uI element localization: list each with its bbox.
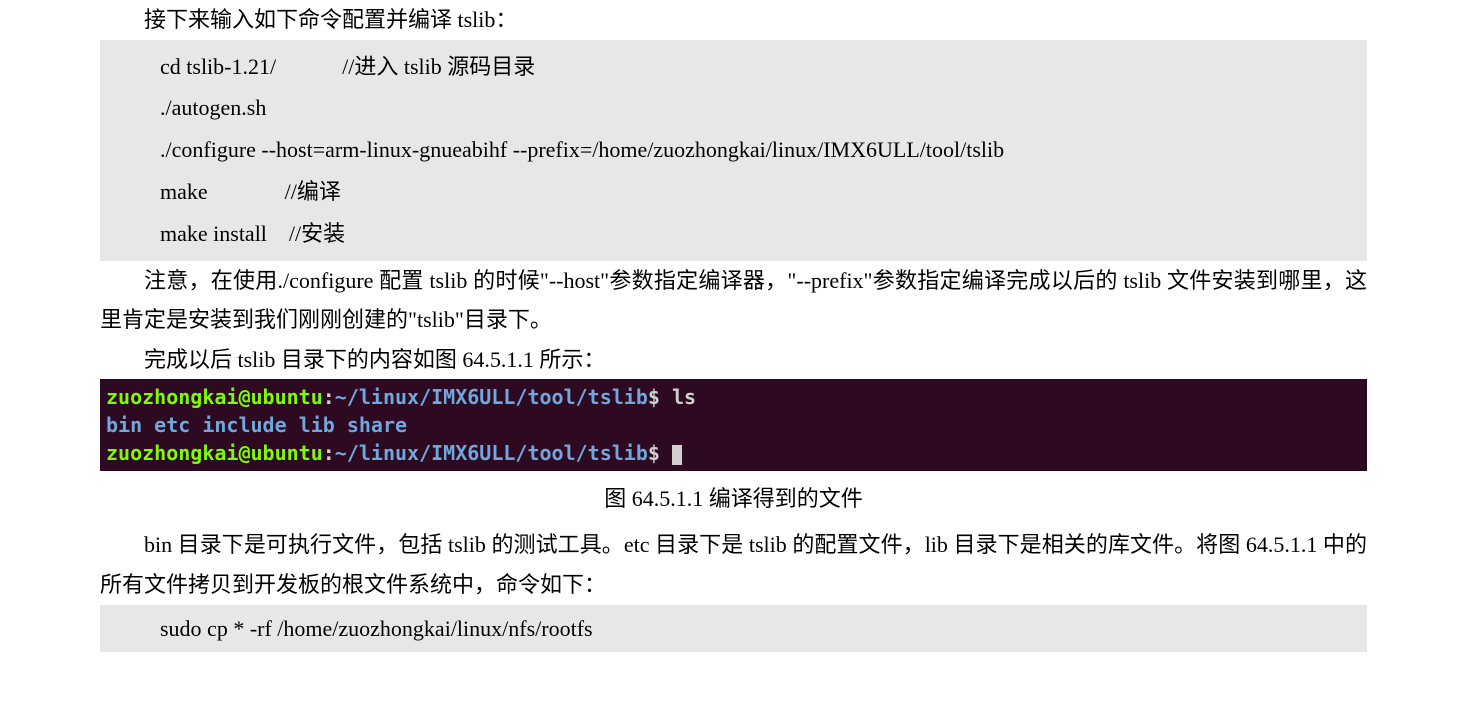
- terminal-path: ~/linux/IMX6ULL/tool/tslib: [335, 385, 648, 409]
- explain-paragraph-3: bin 目录下是可执行文件，包括 tslib 的测试工具。etc 目录下是 ts…: [100, 525, 1367, 604]
- terminal-cursor-icon: [672, 445, 682, 465]
- terminal-line: zuozhongkai@ubuntu:~/linux/IMX6ULL/tool/…: [106, 439, 1361, 467]
- terminal-user: zuozhongkai@ubuntu: [106, 441, 323, 465]
- terminal-dollar: $: [648, 441, 672, 465]
- code-line: make //编译: [160, 171, 1367, 213]
- terminal-path: ~/linux/IMX6ULL/tool/tslib: [335, 441, 648, 465]
- terminal-command: ls: [672, 385, 696, 409]
- code-line: ./autogen.sh: [160, 87, 1367, 129]
- explain-paragraph-1: 注意，在使用./configure 配置 tslib 的时候"--host"参数…: [100, 261, 1367, 340]
- figure-caption: 图 64.5.1.1 编译得到的文件: [100, 477, 1367, 521]
- explain-paragraph-2: 完成以后 tslib 目录下的内容如图 64.5.1.1 所示：: [100, 340, 1367, 380]
- document-content: 接下来输入如下命令配置并编译 tslib： cd tslib-1.21/ //进…: [0, 0, 1467, 662]
- code-line: ./configure --host=arm-linux-gnueabihf -…: [160, 129, 1367, 171]
- code-line: make install //安装: [160, 213, 1367, 255]
- code-block-2: sudo cp * -rf /home/zuozhongkai/linux/nf…: [100, 605, 1367, 653]
- intro-paragraph: 接下来输入如下命令配置并编译 tslib：: [100, 0, 1367, 40]
- code-line: cd tslib-1.21/ //进入 tslib 源码目录: [160, 46, 1367, 88]
- code-line: sudo cp * -rf /home/zuozhongkai/linux/nf…: [160, 616, 593, 641]
- terminal-user: zuozhongkai@ubuntu: [106, 385, 323, 409]
- code-block-1: cd tslib-1.21/ //进入 tslib 源码目录 ./autogen…: [100, 40, 1367, 261]
- terminal-colon: :: [323, 385, 335, 409]
- terminal-output: bin etc include lib share: [106, 411, 1361, 439]
- terminal-screenshot: zuozhongkai@ubuntu:~/linux/IMX6ULL/tool/…: [100, 379, 1367, 471]
- terminal-colon: :: [323, 441, 335, 465]
- terminal-line: zuozhongkai@ubuntu:~/linux/IMX6ULL/tool/…: [106, 383, 1361, 411]
- terminal-dollar: $: [648, 385, 672, 409]
